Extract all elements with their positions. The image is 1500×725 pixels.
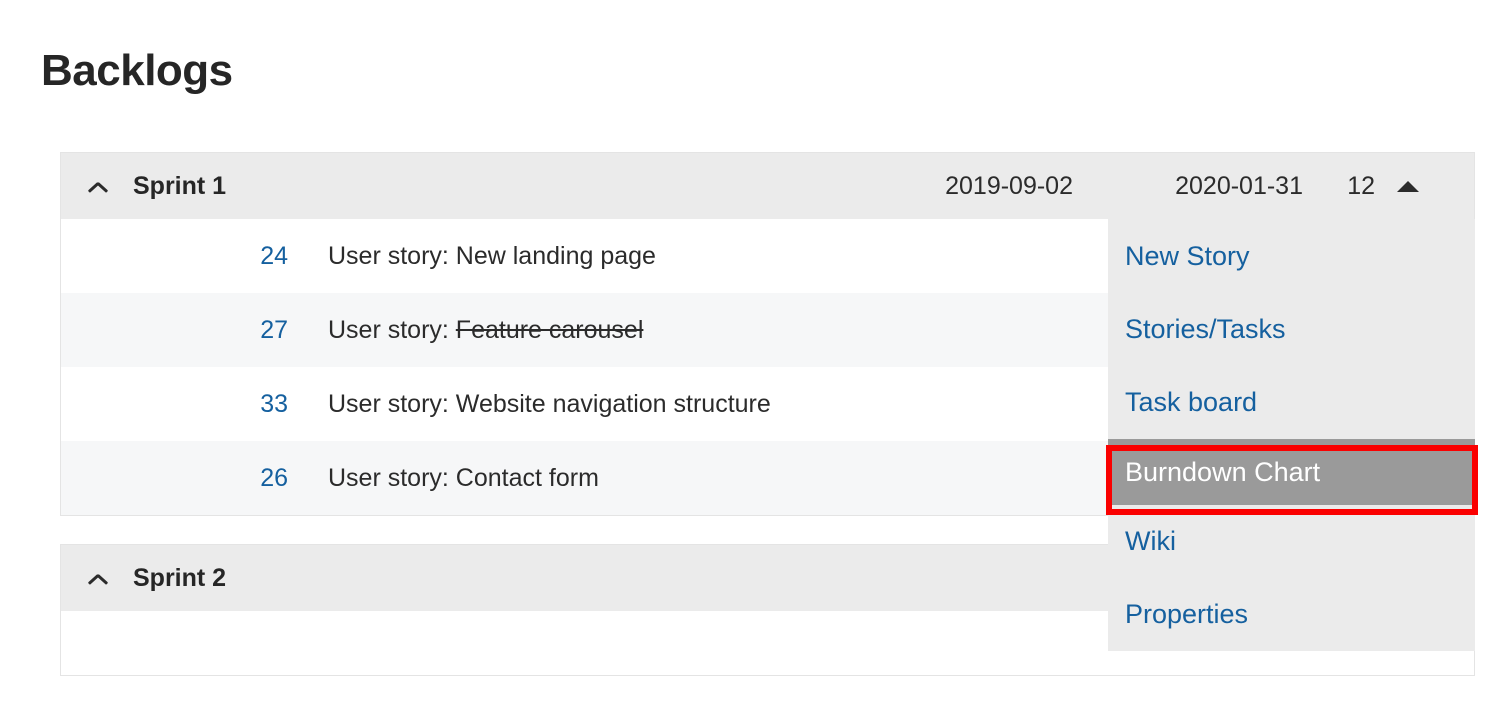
caret-up-icon: [1397, 180, 1419, 192]
story-title-text: Contact form: [455, 463, 599, 492]
story-title-prefix: User story:: [328, 315, 456, 344]
story-title-prefix: User story:: [328, 463, 456, 492]
story-title-prefix: User story:: [328, 389, 456, 418]
story-title: User story: Website navigation structure: [328, 390, 771, 419]
story-title: User story: Feature carousel: [328, 316, 643, 345]
story-id-link[interactable]: 33: [120, 390, 288, 419]
sprint-context-menu: New Story Stories/Tasks Task board Burnd…: [1108, 219, 1475, 651]
story-id-link[interactable]: 26: [120, 464, 288, 493]
chevron-up-icon: [88, 177, 106, 195]
menu-item-stories-tasks[interactable]: Stories/Tasks: [1108, 293, 1475, 366]
story-title: User story: New landing page: [328, 242, 656, 271]
sprint-header-sprint-1[interactable]: Sprint 1 2019-09-02 2020-01-31 12: [61, 153, 1474, 219]
story-id-link[interactable]: 27: [120, 316, 288, 345]
story-title-text: New landing page: [455, 241, 656, 270]
menu-item-burndown-chart[interactable]: Burndown Chart: [1108, 439, 1475, 505]
sprint-story-count: 12: [1347, 171, 1375, 200]
menu-item-properties[interactable]: Properties: [1108, 578, 1475, 651]
menu-item-task-board[interactable]: Task board: [1108, 366, 1475, 439]
story-title-prefix: User story:: [328, 241, 456, 270]
menu-item-wiki[interactable]: Wiki: [1108, 505, 1475, 578]
chevron-up-icon: [88, 569, 106, 587]
page-title: Backlogs: [41, 46, 233, 96]
sprint-end-date: 2020-01-31: [1175, 171, 1303, 200]
collapse-toggle-sprint-2[interactable]: [61, 569, 133, 587]
story-id-link[interactable]: 24: [120, 242, 288, 271]
story-title-text: Website navigation structure: [455, 389, 771, 418]
menu-item-new-story[interactable]: New Story: [1108, 220, 1475, 293]
collapse-toggle-sprint-1[interactable]: [61, 177, 133, 195]
sprint-menu-toggle[interactable]: [1375, 180, 1474, 192]
story-title: User story: Contact form: [328, 464, 599, 493]
sprint-start-date: 2019-09-02: [945, 171, 1073, 200]
story-title-text: Feature carousel: [455, 315, 644, 344]
sprint-name: Sprint 1: [133, 171, 227, 200]
sprint-name: Sprint 2: [133, 563, 227, 592]
